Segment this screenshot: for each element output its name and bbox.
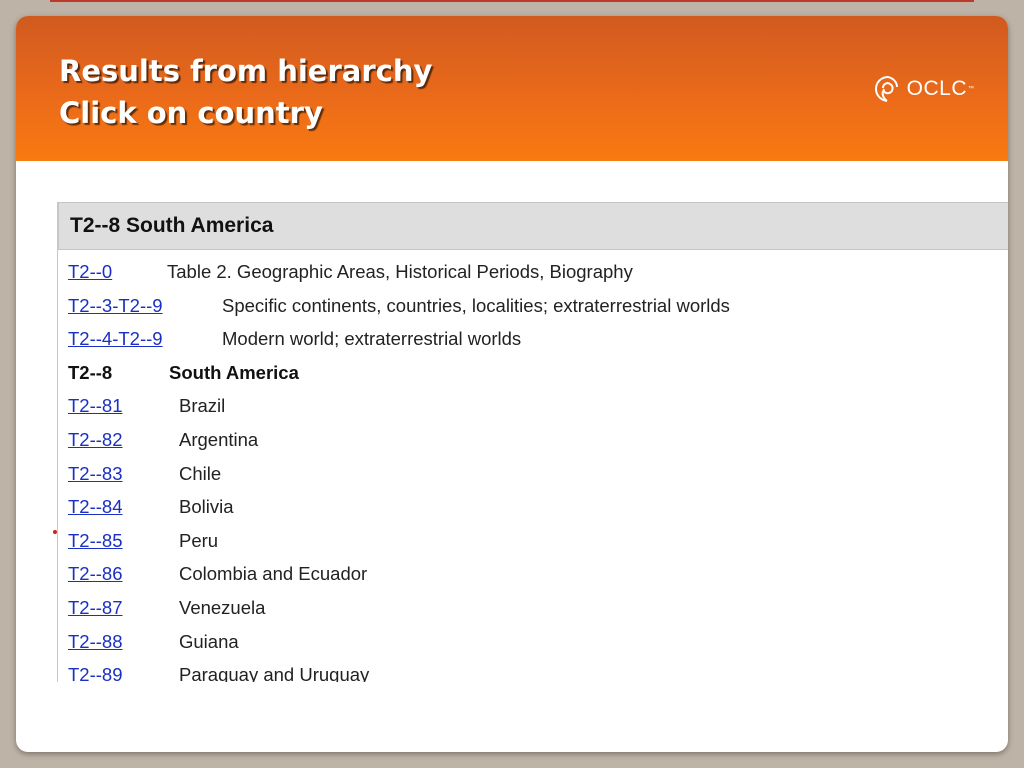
slide: Results from hierarchy Click on country … (16, 16, 1008, 752)
class-number-link[interactable]: T2--3-T2--9 (68, 295, 163, 317)
class-number-link[interactable]: T2--81 (68, 395, 123, 417)
class-number-link[interactable]: T2--84 (68, 496, 123, 518)
hierarchy-panel: T2--8 South America T2--0 Table 2. Geogr… (57, 202, 1008, 682)
class-caption: Brazil (179, 395, 226, 417)
hierarchy-row: T2--83 Chile (58, 457, 1008, 491)
title-line-1: Results from hierarchy (59, 54, 433, 88)
hierarchy-row: T2--86 Colombia and Ecuador (58, 557, 1008, 591)
current-class-number: T2--8 (68, 361, 113, 383)
hierarchy-row: T2--85 Peru (58, 524, 1008, 558)
top-accent-line (50, 0, 974, 2)
oclc-logo-icon (874, 76, 898, 102)
class-number-link[interactable]: T2--82 (68, 429, 123, 451)
class-caption: Chile (179, 462, 222, 484)
title-line-2: Click on country (59, 96, 323, 130)
class-caption: Bolivia (179, 496, 234, 518)
class-caption: Table 2. Geographic Areas, Historical Pe… (167, 261, 633, 282)
hierarchy-row: T2--0 Table 2. Geographic Areas, Histori… (58, 255, 1008, 289)
class-caption: Argentina (179, 428, 259, 450)
hierarchy-row: T2--81 Brazil (58, 389, 1008, 423)
class-caption: Guiana (179, 630, 239, 652)
oclc-logo: OCLC ™ (873, 74, 974, 104)
hierarchy-row: T2--3-T2--9 Specific continents, countri… (58, 289, 1008, 323)
current-class-caption: South America (169, 361, 299, 383)
slide-title: Results from hierarchy Click on country (59, 50, 432, 134)
class-caption: Paraguay and Uruguay (179, 664, 370, 682)
hierarchy-row: T2--4-T2--9 Modern world; extraterrestri… (58, 322, 1008, 356)
class-number-link[interactable]: T2--85 (68, 530, 123, 552)
class-number-link[interactable]: T2--4-T2--9 (68, 328, 163, 350)
class-caption: Specific continents, countries, localiti… (222, 294, 730, 316)
class-number-link[interactable]: T2--0 (68, 261, 112, 283)
class-caption: Modern world; extraterrestrial worlds (222, 328, 522, 350)
hierarchy-row-current: T2--8 South America (58, 356, 1008, 390)
hierarchy-row: T2--88 Guiana (58, 625, 1008, 659)
class-number-link[interactable]: T2--86 (68, 563, 123, 585)
hierarchy-row: T2--89 Paraguay and Uruguay (58, 658, 1008, 682)
hierarchy-row: T2--87 Venezuela (58, 591, 1008, 625)
pointer-marker (53, 530, 57, 534)
class-number-link[interactable]: T2--83 (68, 463, 123, 485)
class-caption: Peru (179, 529, 219, 551)
logo-trademark: ™ (968, 86, 974, 92)
class-caption: Venezuela (179, 596, 266, 618)
hierarchy-row: T2--82 Argentina (58, 423, 1008, 457)
class-caption: Colombia and Ecuador (179, 563, 368, 585)
slide-header: Results from hierarchy Click on country … (16, 16, 1008, 161)
hierarchy-heading: T2--8 South America (58, 202, 1008, 250)
class-number-link[interactable]: T2--89 (68, 664, 123, 682)
class-number-link[interactable]: T2--87 (68, 597, 123, 619)
hierarchy-row: T2--84 Bolivia (58, 490, 1008, 524)
logo-text: OCLC (906, 77, 967, 100)
class-number-link[interactable]: T2--88 (68, 631, 123, 653)
